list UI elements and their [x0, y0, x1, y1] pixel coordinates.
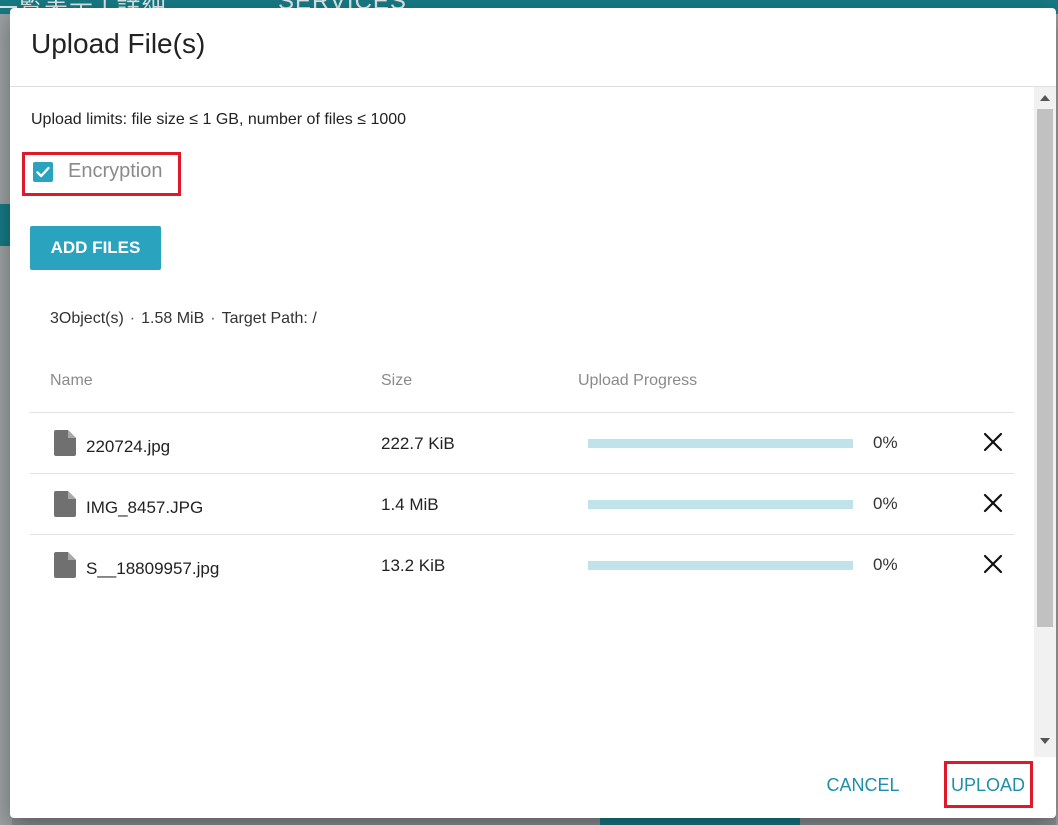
close-icon[interactable] — [982, 431, 1004, 453]
encryption-label: Encryption — [68, 160, 163, 182]
table-row: IMG_8457.JPG 1.4 MiB 0% — [30, 474, 1014, 535]
add-files-button[interactable]: ADD FILES — [30, 226, 161, 270]
encryption-option[interactable]: Encryption — [33, 160, 163, 183]
scroll-down-arrow-icon[interactable] — [1040, 738, 1050, 744]
table-row: 220724.jpg 222.7 KiB 0% — [30, 413, 1014, 474]
cancel-button[interactable]: CANCEL — [818, 772, 908, 798]
upload-summary: 3Object(s) · 1.58 MiB · Target Path: / — [50, 310, 317, 328]
file-name: IMG_8457.JPG — [86, 498, 204, 517]
table-header: Name Size Upload Progress — [30, 357, 1014, 413]
table-row: S__18809957.jpg 13.2 KiB 0% — [30, 535, 1014, 595]
target-path: Target Path: / — [221, 310, 317, 327]
summary-separator: · — [129, 310, 136, 327]
file-icon — [54, 430, 76, 456]
content-scrollbar[interactable] — [1034, 87, 1056, 757]
check-icon — [36, 166, 50, 177]
scrollbar-thumb[interactable] — [1037, 109, 1053, 627]
summary-separator: · — [210, 310, 216, 327]
file-icon — [54, 491, 76, 517]
upload-progress-percent: 0% — [873, 433, 898, 452]
upload-button[interactable]: UPLOAD — [944, 761, 1032, 809]
column-header-progress: Upload Progress — [578, 372, 698, 389]
background-bottom-button — [600, 818, 800, 825]
upload-progress-bar — [588, 439, 853, 448]
close-icon[interactable] — [982, 492, 1004, 514]
object-count: 3Object(s) — [50, 310, 124, 327]
upload-progress-bar — [588, 561, 853, 570]
column-header-size: Size — [381, 372, 413, 389]
dialog-content: Upload limits: file size ≤ 1 GB, number … — [10, 87, 1034, 757]
file-name: S__18809957.jpg — [86, 559, 220, 578]
file-table: Name Size Upload Progress 220724.jpg 222… — [30, 357, 1014, 595]
column-header-name: Name — [50, 372, 93, 389]
total-size: 1.58 MiB — [141, 310, 205, 327]
upload-dialog: Upload File(s) Upload limits: file size … — [10, 8, 1056, 818]
file-size: 1.4 MiB — [381, 495, 439, 514]
close-icon[interactable] — [982, 553, 1004, 575]
upload-progress-bar — [588, 500, 853, 509]
file-size: 222.7 KiB — [381, 434, 455, 453]
upload-progress-percent: 0% — [873, 494, 898, 513]
file-icon — [54, 552, 76, 578]
upload-progress-percent: 0% — [873, 555, 898, 574]
dialog-title: Upload File(s) — [31, 28, 206, 59]
encryption-checkbox[interactable] — [33, 161, 53, 182]
file-size: 13.2 KiB — [381, 556, 446, 575]
file-name: 220724.jpg — [86, 437, 171, 456]
scroll-up-arrow-icon[interactable] — [1040, 95, 1050, 101]
upload-limits-text: Upload limits: file size ≤ 1 GB, number … — [31, 111, 407, 128]
